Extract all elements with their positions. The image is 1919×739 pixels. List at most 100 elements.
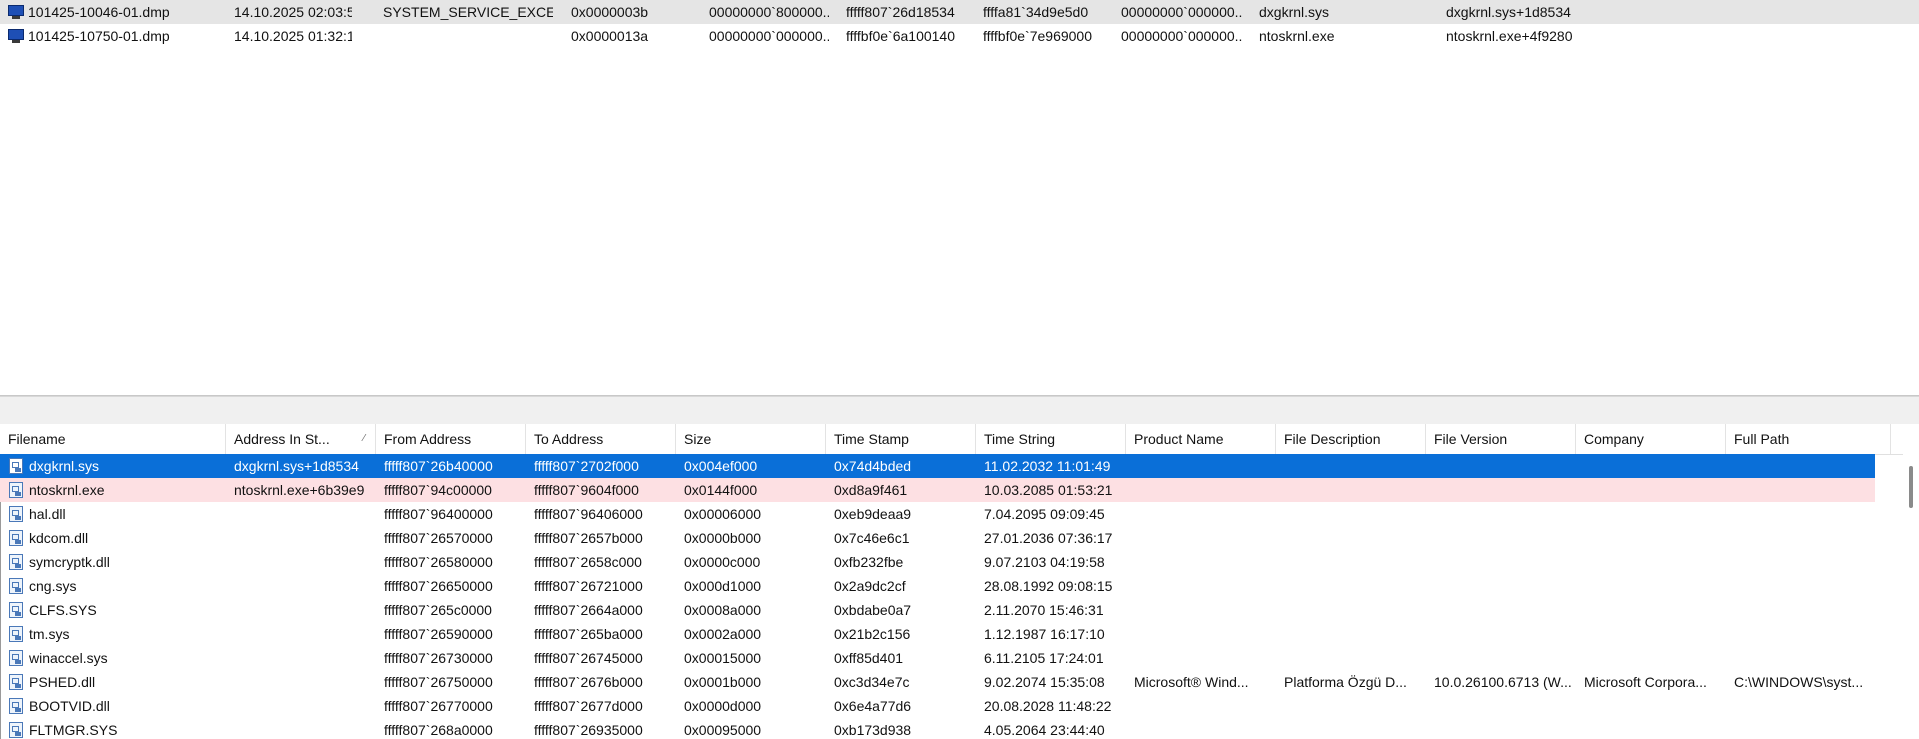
module-address-in-stack xyxy=(234,646,372,670)
module-from: fffff807`26b40000 xyxy=(384,458,493,474)
module-path xyxy=(1734,454,1887,478)
column-header-label: File Version xyxy=(1434,431,1508,447)
module-path xyxy=(1734,598,1887,622)
dump-code: 0x0000003b xyxy=(571,4,649,20)
module-filename: dxgkrnl.sys xyxy=(29,458,100,474)
dump-address: ntoskrnl.exe+4f9280 xyxy=(1446,28,1573,44)
module-path xyxy=(1734,718,1887,739)
module-row[interactable]: winaccel.sys fffff807`26730000 fffff807`26… xyxy=(0,646,1875,670)
module-description xyxy=(1284,694,1422,718)
module-path xyxy=(1734,574,1887,598)
module-version xyxy=(1434,718,1572,739)
module-product xyxy=(1134,694,1272,718)
module-row[interactable]: ntoskrnl.exe ntoskrnl.exe+6b39e9 fffff807`… xyxy=(0,478,1875,502)
dump-row[interactable]: 101425-10750-01.dmp 14.10.2025 01:32:17 0x… xyxy=(0,24,1919,48)
module-timestamp: 0xd8a9f461 xyxy=(834,482,908,498)
column-header-company[interactable]: Company xyxy=(1576,424,1726,454)
module-file-icon xyxy=(9,602,23,618)
module-timestring: 9.02.2074 15:35:08 xyxy=(984,674,1105,690)
module-path xyxy=(1734,502,1887,526)
dump-list-pane[interactable]: 101425-10046-01.dmp 14.10.2025 02:03:56 SY… xyxy=(0,0,1919,396)
module-address-in-stack xyxy=(234,694,372,718)
column-header-label: To Address xyxy=(534,431,604,447)
module-from: fffff807`26590000 xyxy=(384,626,493,642)
module-address-in-stack xyxy=(234,526,372,550)
column-header-to-address[interactable]: To Address xyxy=(526,424,676,454)
module-from: fffff807`26570000 xyxy=(384,530,493,546)
module-description: Platforma Özgü D... xyxy=(1284,674,1407,690)
module-row[interactable]: PSHED.dll fffff807`26750000 fffff807`2676b… xyxy=(0,670,1875,694)
column-header-time-string[interactable]: Time String xyxy=(976,424,1126,454)
sort-ascending-icon: ⁄ xyxy=(363,433,365,444)
module-timestamp: 0x74d4bded xyxy=(834,458,912,474)
module-file-icon xyxy=(9,674,23,690)
vertical-scrollbar-thumb[interactable] xyxy=(1909,466,1913,508)
column-header-label: Full Path xyxy=(1734,431,1790,447)
module-row[interactable]: kdcom.dll fffff807`26570000 fffff807`2657b… xyxy=(0,526,1875,550)
module-to: fffff807`2676b000 xyxy=(534,674,643,690)
dump-driver: ntoskrnl.exe xyxy=(1259,28,1335,44)
module-to: fffff807`2664a000 xyxy=(534,602,643,618)
column-header-size[interactable]: Size xyxy=(676,424,826,454)
module-description xyxy=(1284,550,1422,574)
module-address-in-stack: ntoskrnl.exe+6b39e9 xyxy=(234,482,365,498)
module-path xyxy=(1734,550,1887,574)
module-company xyxy=(1584,598,1722,622)
module-row[interactable]: dxgkrnl.sys dxgkrnl.sys+1d8534 fffff807`26… xyxy=(0,454,1875,478)
module-description xyxy=(1284,454,1422,478)
column-header-label: Product Name xyxy=(1134,431,1224,447)
column-header-from-address[interactable]: From Address xyxy=(376,424,526,454)
column-header-file-version[interactable]: File Version xyxy=(1426,424,1576,454)
column-header-file-description[interactable]: File Description xyxy=(1276,424,1426,454)
module-company xyxy=(1584,502,1722,526)
module-file-icon xyxy=(9,482,23,498)
module-filename: FLTMGR.SYS xyxy=(29,722,118,738)
module-row[interactable]: CLFS.SYS fffff807`265c0000 fffff807`2664a0… xyxy=(0,598,1875,622)
module-to: fffff807`2657b000 xyxy=(534,530,643,546)
module-company xyxy=(1584,694,1722,718)
module-product xyxy=(1134,502,1272,526)
dump-crash-time: 14.10.2025 01:32:17 xyxy=(234,28,352,44)
module-company xyxy=(1584,622,1722,646)
module-version xyxy=(1434,502,1572,526)
pane-splitter[interactable] xyxy=(0,396,1919,425)
module-row[interactable]: hal.dll fffff807`96400000 fffff807`9640600… xyxy=(0,502,1875,526)
module-file-icon xyxy=(9,650,23,666)
module-filename: symcryptk.dll xyxy=(29,554,110,570)
module-timestring: 28.08.1992 09:08:15 xyxy=(984,578,1113,594)
module-row[interactable]: symcryptk.dll fffff807`26580000 fffff807`2… xyxy=(0,550,1875,574)
module-path xyxy=(1734,622,1887,646)
module-product xyxy=(1134,526,1272,550)
module-description xyxy=(1284,502,1422,526)
module-to: fffff807`2702f000 xyxy=(534,458,639,474)
dump-p1: 00000000`800000... xyxy=(709,4,829,20)
module-row[interactable]: cng.sys fffff807`26650000 fffff807`2672100… xyxy=(0,574,1875,598)
module-size: 0x0000b000 xyxy=(684,530,762,546)
column-header-address-in-st[interactable]: Address In St... ⁄ xyxy=(226,424,376,454)
computer-icon xyxy=(8,29,24,43)
column-header-time-stamp[interactable]: Time Stamp xyxy=(826,424,976,454)
module-address-in-stack xyxy=(234,670,372,694)
dump-row[interactable]: 101425-10046-01.dmp 14.10.2025 02:03:56 SY… xyxy=(0,0,1919,24)
module-file-icon xyxy=(9,458,23,474)
module-address-in-stack xyxy=(234,550,372,574)
module-row[interactable]: FLTMGR.SYS fffff807`268a0000 fffff807`2693… xyxy=(0,718,1875,739)
column-header-full-path[interactable]: Full Path xyxy=(1726,424,1891,454)
computer-icon xyxy=(8,5,24,19)
column-header-label: Company xyxy=(1584,431,1644,447)
module-from: fffff807`26770000 xyxy=(384,698,493,714)
vertical-scrollbar[interactable] xyxy=(1903,454,1919,739)
module-company xyxy=(1584,478,1722,502)
column-header-filename[interactable]: Filename xyxy=(0,424,226,454)
module-row[interactable]: BOOTVID.dll fffff807`26770000 fffff807`267… xyxy=(0,694,1875,718)
module-company xyxy=(1584,550,1722,574)
module-address-in-stack: dxgkrnl.sys+1d8534 xyxy=(234,458,359,474)
module-from: fffff807`96400000 xyxy=(384,506,493,522)
module-timestring: 6.11.2105 17:24:01 xyxy=(984,650,1104,666)
module-to: fffff807`26745000 xyxy=(534,650,643,666)
module-timestamp: 0xb173d938 xyxy=(834,722,912,738)
module-product xyxy=(1134,622,1272,646)
module-row[interactable]: tm.sys fffff807`26590000 fffff807`265ba000… xyxy=(0,622,1875,646)
module-company xyxy=(1584,574,1722,598)
column-header-product-name[interactable]: Product Name xyxy=(1126,424,1276,454)
